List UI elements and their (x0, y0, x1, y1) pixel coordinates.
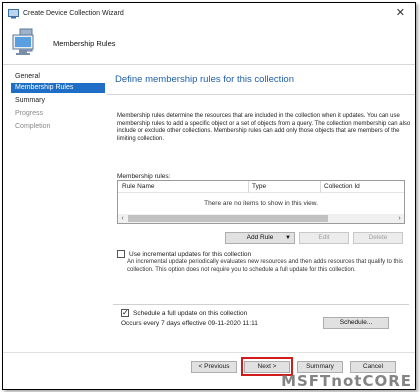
scrollbar-thumb[interactable] (128, 215, 328, 222)
incremental-updates-checkbox[interactable] (117, 250, 125, 258)
watermark-logo: MSFTnotCORE (281, 372, 412, 390)
add-rule-label: Add Rule (246, 234, 274, 241)
close-icon[interactable]: ✕ (396, 7, 405, 19)
column-collection-id[interactable]: Collection Id (324, 183, 360, 190)
wizard-steps-nav: General Membership Rules Summary Progres… (9, 69, 105, 369)
horizontal-scrollbar[interactable]: ‹ › (118, 214, 404, 223)
membership-rules-grid[interactable]: Rule Name Type Collection Id There are n… (117, 180, 405, 224)
column-rule-name[interactable]: Rule Name (122, 183, 155, 190)
scroll-left-icon[interactable]: ‹ (118, 214, 127, 223)
dropdown-arrow-icon: ▼ (285, 235, 291, 241)
main-content: Define membership rules for this collect… (107, 69, 415, 352)
incremental-updates-label: Use incremental updates for this collect… (129, 251, 252, 258)
schedule-summary: Occurs every 7 days effective 09-11-2020… (121, 320, 258, 327)
full-update-label: Schedule a full update on this collectio… (133, 310, 248, 317)
empty-grid-message: There are no items to show in this view. (204, 200, 318, 207)
membership-rules-label: Membership rules: (117, 173, 171, 180)
footer-divider (3, 352, 415, 353)
column-separator[interactable] (248, 181, 249, 193)
column-type[interactable]: Type (252, 183, 266, 190)
scroll-right-icon[interactable]: › (395, 214, 404, 223)
incremental-updates-description: An incremental update periodically evalu… (127, 259, 403, 273)
grid-header: Rule Name Type Collection Id (118, 181, 404, 193)
full-update-checkbox[interactable]: ✓ (121, 308, 129, 317)
wizard-app-icon (8, 9, 19, 19)
page-title: Membership Rules (53, 39, 116, 48)
add-rule-button[interactable]: Add Rule ▼ (225, 232, 295, 244)
section-heading: Define membership rules for this collect… (115, 74, 294, 85)
delete-button[interactable]: Delete (353, 232, 403, 244)
nav-item-progress: Progress (15, 110, 44, 117)
nav-item-summary[interactable]: Summary (11, 96, 105, 106)
column-separator[interactable] (320, 181, 321, 193)
membership-description: Membership rules determine the resources… (117, 113, 411, 142)
computer-icon (12, 28, 34, 55)
title-bar: Create Device Collection Wizard ✕ (3, 3, 415, 25)
checkmark-icon: ✓ (122, 308, 129, 317)
previous-button[interactable]: < Previous (191, 361, 237, 373)
nav-item-membership-rules[interactable]: Membership Rules (11, 83, 105, 93)
nav-item-completion: Completion (15, 123, 51, 130)
wizard-window: Create Device Collection Wizard ✕ Member… (2, 2, 416, 390)
edit-button[interactable]: Edit (299, 232, 349, 244)
heading-divider (107, 94, 415, 95)
window-title: Create Device Collection Wizard (23, 10, 124, 17)
schedule-button[interactable]: Schedule... (323, 317, 389, 329)
wizard-banner: Membership Rules (3, 25, 415, 65)
nav-item-general[interactable]: General (11, 72, 105, 82)
